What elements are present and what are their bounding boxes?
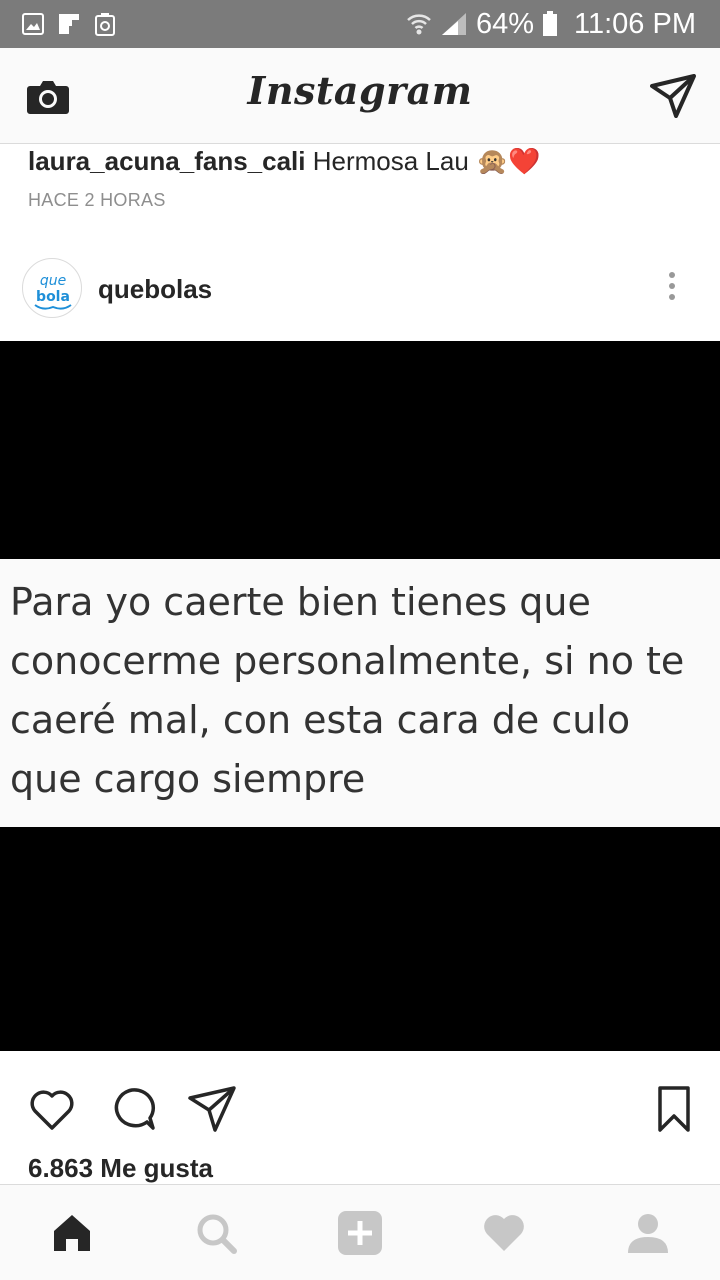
search-icon[interactable] xyxy=(192,1209,240,1257)
home-icon[interactable] xyxy=(48,1209,96,1257)
gallery-icon xyxy=(22,13,44,35)
more-options-icon[interactable] xyxy=(660,268,684,308)
flipboard-icon xyxy=(59,14,79,34)
avatar[interactable]: que bola xyxy=(22,258,82,318)
activity-heart-icon[interactable] xyxy=(480,1209,528,1257)
caption-username[interactable]: laura_acuna_fans_cali xyxy=(28,146,306,176)
profile-icon[interactable] xyxy=(624,1209,672,1257)
add-icon[interactable] xyxy=(336,1209,384,1257)
app-header: Instagram xyxy=(0,48,720,144)
screen: 64% 11:06 PM Instagram laura_acuna_fans_… xyxy=(0,0,720,1280)
system-indicators: 64% 11:06 PM xyxy=(406,0,696,48)
share-icon[interactable] xyxy=(187,1084,237,1134)
signal-icon xyxy=(441,13,466,35)
direct-send-icon[interactable] xyxy=(650,74,696,118)
avatar-text: que xyxy=(40,273,66,289)
likes-count[interactable]: 6.863 Me gusta xyxy=(28,1153,213,1184)
post-username[interactable]: quebolas xyxy=(98,274,212,305)
clock: 11:06 PM xyxy=(574,7,696,40)
post-image[interactable]: Para yo caerte bien tienes que conocerme… xyxy=(0,341,720,1051)
notification-icons xyxy=(0,12,116,36)
bottom-nav xyxy=(0,1184,720,1280)
battery-percent: 64% xyxy=(475,7,535,40)
post-header: que bola quebolas xyxy=(0,240,720,340)
previous-caption: laura_acuna_fans_cali Hermosa Lau 🙊❤️ xyxy=(28,146,541,177)
post-actions xyxy=(0,1070,720,1150)
like-heart-icon[interactable] xyxy=(27,1084,77,1134)
instagram-logo: Instagram xyxy=(247,68,473,113)
quote-text: Para yo caerte bien tienes que conocerme… xyxy=(10,580,685,801)
caption-timestamp: HACE 2 HORAS xyxy=(28,190,166,210)
battery-icon xyxy=(543,11,558,36)
comment-icon[interactable] xyxy=(107,1084,157,1134)
recycle-icon xyxy=(95,13,115,36)
wifi-icon xyxy=(407,14,431,35)
avatar-logo-icon: que bola xyxy=(34,273,72,310)
status-bar: 64% 11:06 PM xyxy=(0,0,720,48)
bookmark-icon[interactable] xyxy=(652,1084,696,1134)
quote-card: Para yo caerte bien tienes que conocerme… xyxy=(0,559,720,827)
svg-text:bola: bola xyxy=(36,289,70,305)
caption-text: Hermosa Lau 🙊❤️ xyxy=(312,146,541,176)
